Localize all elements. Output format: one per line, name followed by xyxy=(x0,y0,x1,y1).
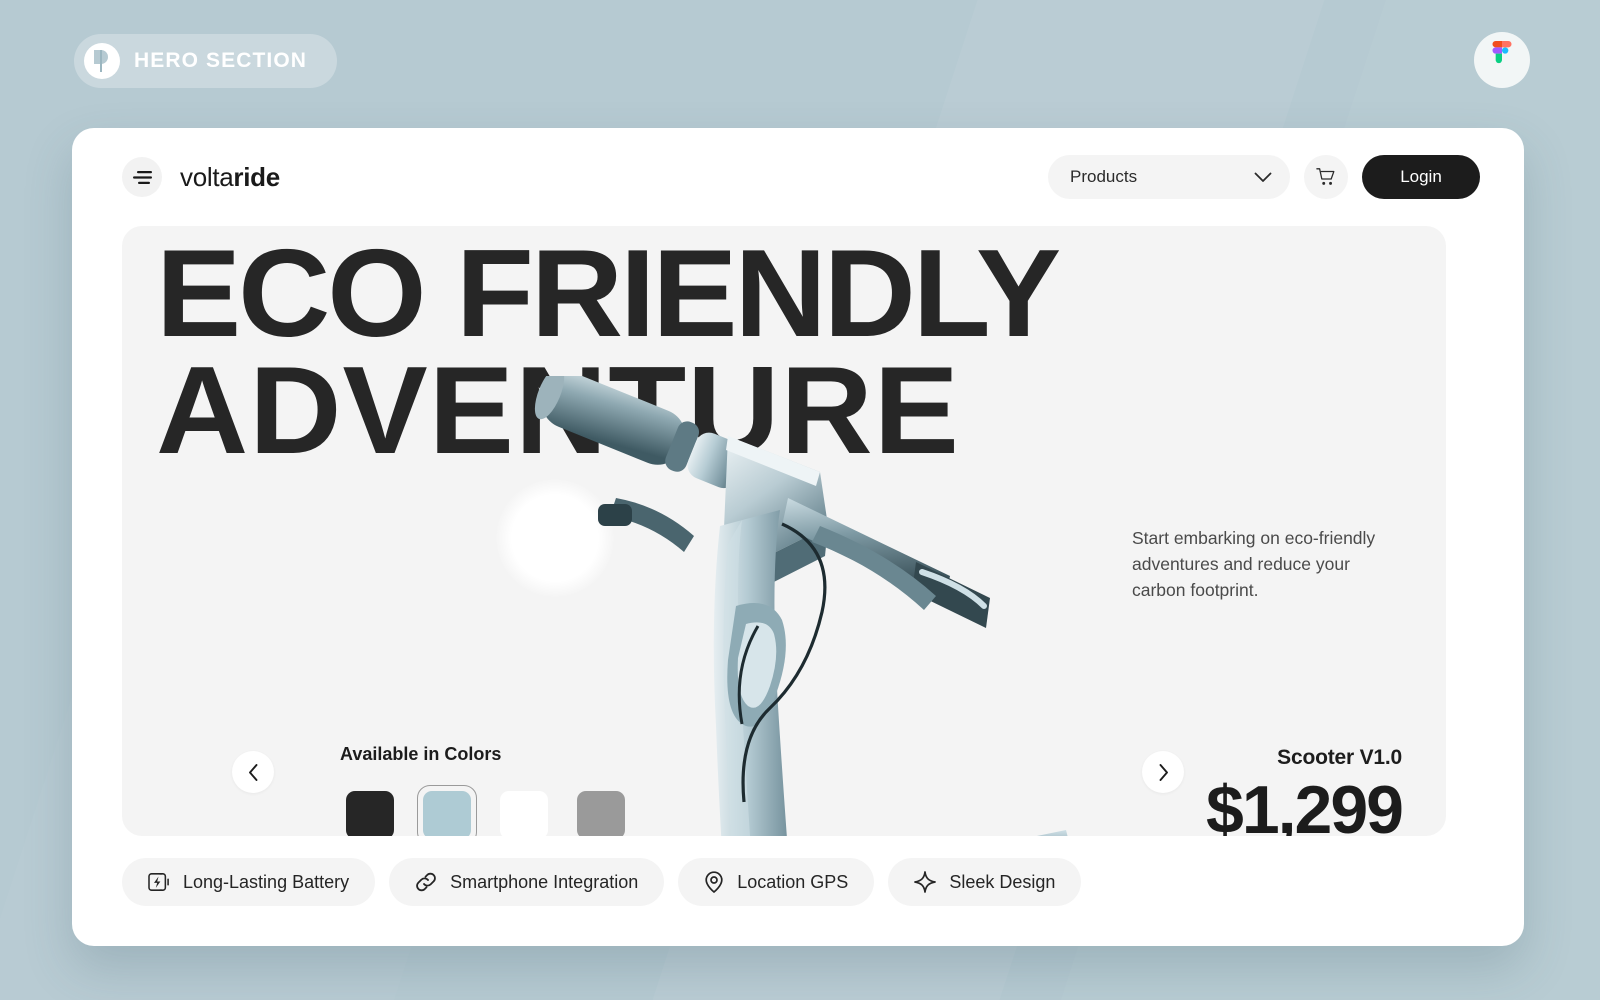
hero-card: voltaride Products Login ECO FRIENDLY AD… xyxy=(72,128,1524,946)
battery-bolt-icon xyxy=(148,873,169,891)
brand-logo-light: volta xyxy=(180,161,234,192)
color-swatch-list xyxy=(340,785,631,836)
feature-chip-label: Smartphone Integration xyxy=(450,871,639,892)
product-price-block: Scooter V1.0 $1,299 Buy Now + Cart xyxy=(1134,746,1404,836)
feature-chip-battery[interactable]: Long-Lasting Battery xyxy=(122,858,376,906)
scooter-side-view-image xyxy=(1036,830,1068,836)
color-picker: Available in Colors xyxy=(340,744,631,836)
swatch-chip xyxy=(500,791,548,836)
navbar-right: Products Login xyxy=(1048,155,1480,199)
carousel-prev-button[interactable] xyxy=(232,751,274,793)
chevron-left-icon xyxy=(248,763,257,781)
feature-chip-list: Long-Lasting Battery Smartphone Integrat… xyxy=(122,858,1082,906)
color-swatch-light-blue[interactable] xyxy=(417,785,477,836)
navbar: voltaride Products Login xyxy=(72,128,1524,226)
p-circle-logo-icon xyxy=(84,43,120,79)
map-pin-icon xyxy=(705,871,723,893)
color-swatch-white[interactable] xyxy=(494,785,554,836)
feature-chip-label: Location GPS xyxy=(737,871,849,892)
hamburger-menu-icon[interactable] xyxy=(122,157,162,197)
swatch-chip xyxy=(577,791,625,836)
hero-stage: ECO FRIENDLY ADVENTURE Start embarking o… xyxy=(122,226,1446,836)
figma-badge[interactable] xyxy=(1474,32,1530,88)
cart-button[interactable] xyxy=(1304,155,1348,199)
swatch-chip xyxy=(423,791,471,836)
products-dropdown[interactable]: Products xyxy=(1048,155,1290,199)
p-glyph-icon xyxy=(94,50,108,72)
product-name: Scooter V1.0 xyxy=(1277,746,1402,769)
login-button[interactable]: Login xyxy=(1362,155,1480,199)
hero-description: Start embarking on eco-friendly adventur… xyxy=(1132,528,1376,600)
sparkle-icon xyxy=(914,871,937,893)
color-swatch-gray[interactable] xyxy=(571,785,631,836)
brand-logo-bold: ride xyxy=(233,161,280,192)
color-picker-title: Available in Colors xyxy=(340,744,502,764)
feature-chip-gps[interactable]: Location GPS xyxy=(678,858,875,906)
hero-section-badge-label: HERO SECTION xyxy=(134,49,308,72)
hero-headline-line-2: ADVENTURE xyxy=(156,341,961,480)
link-chain-icon xyxy=(416,872,436,892)
swatch-chip xyxy=(346,791,394,836)
feature-chip-smartphone[interactable]: Smartphone Integration xyxy=(389,858,665,906)
hero-section-badge: HERO SECTION xyxy=(74,34,338,88)
feature-chip-design[interactable]: Sleek Design xyxy=(888,858,1082,906)
products-dropdown-value: Products xyxy=(1070,167,1138,186)
navbar-left: voltaride xyxy=(122,157,280,197)
figma-logo-icon xyxy=(1492,41,1512,64)
hamburger-lines-icon xyxy=(132,170,152,184)
color-swatch-black[interactable] xyxy=(340,785,400,836)
feature-chip-label: Long-Lasting Battery xyxy=(183,871,350,892)
hero-headline: ECO FRIENDLY ADVENTURE xyxy=(156,226,1061,480)
shopping-cart-icon xyxy=(1316,168,1335,185)
hero-headline-line-1: ECO FRIENDLY xyxy=(156,226,1061,363)
brand-logo[interactable]: voltaride xyxy=(180,162,280,193)
chevron-down-icon xyxy=(1254,172,1272,183)
headline-glow-circle xyxy=(496,479,614,597)
product-price: $1,299 xyxy=(1206,772,1404,836)
feature-chip-label: Sleek Design xyxy=(949,871,1056,892)
